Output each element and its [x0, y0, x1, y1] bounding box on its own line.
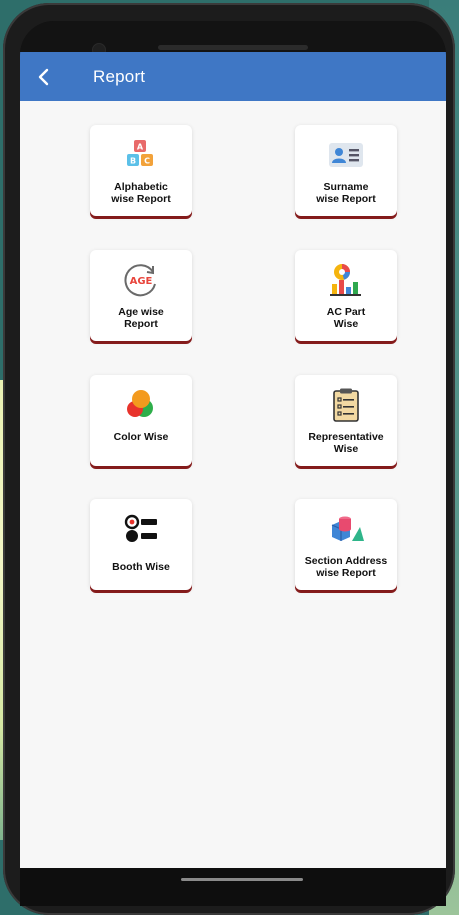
card-ac-part-wise[interactable]: AC Part Wise: [295, 250, 397, 341]
speaker-grille: [158, 45, 308, 50]
back-arrow-icon: [38, 68, 49, 85]
card-alphabetic-wise-report[interactable]: A B C Alphabetic wise Report: [90, 125, 192, 216]
card-age-wise-report[interactable]: AGE Age wise Report: [90, 250, 192, 341]
svg-text:AGE: AGE: [130, 276, 153, 287]
phone-frame: Report A B C Alphabetic wise Report Surn…: [3, 3, 455, 915]
status-bar: [20, 21, 446, 57]
card-section-address-wise-report[interactable]: Section Address wise Report: [295, 499, 397, 590]
card-label: Color Wise: [113, 431, 169, 443]
target-list-icon: [123, 511, 159, 547]
report-grid: A B C Alphabetic wise Report Surname wis…: [20, 101, 446, 868]
card-booth-wise[interactable]: Booth Wise: [90, 499, 192, 590]
svg-text:A: A: [137, 143, 144, 152]
card-label: Representative Wise: [308, 431, 384, 455]
card-surname-wise-report[interactable]: Surname wise Report: [295, 125, 397, 216]
page-title: Report: [93, 66, 146, 86]
back-button[interactable]: [20, 52, 66, 101]
card-representative-wise[interactable]: Representative Wise: [295, 375, 397, 466]
phone-screen: Report A B C Alphabetic wise Report Surn…: [20, 21, 446, 906]
card-color-wise[interactable]: Color Wise: [90, 375, 192, 466]
card-label: Age wise Report: [118, 306, 164, 330]
card-label: Surname wise Report: [316, 181, 376, 205]
abc-blocks-icon: A B C: [123, 137, 159, 173]
color-circles-icon: [123, 387, 159, 423]
card-label: AC Part Wise: [326, 306, 366, 330]
shapes-icon: [328, 511, 364, 547]
navigation-bar: [20, 868, 446, 906]
card-label: Section Address wise Report: [304, 555, 388, 579]
home-indicator[interactable]: [181, 878, 303, 881]
age-icon: AGE: [123, 262, 159, 298]
svg-text:C: C: [144, 157, 150, 166]
svg-text:B: B: [130, 157, 136, 166]
clipboard-list-icon: [328, 387, 364, 423]
chart-person-icon: [328, 262, 364, 298]
card-label: Booth Wise: [112, 561, 170, 573]
card-label: Alphabetic wise Report: [111, 181, 171, 205]
id-card-icon: [328, 137, 364, 173]
app-bar: Report: [20, 52, 446, 101]
